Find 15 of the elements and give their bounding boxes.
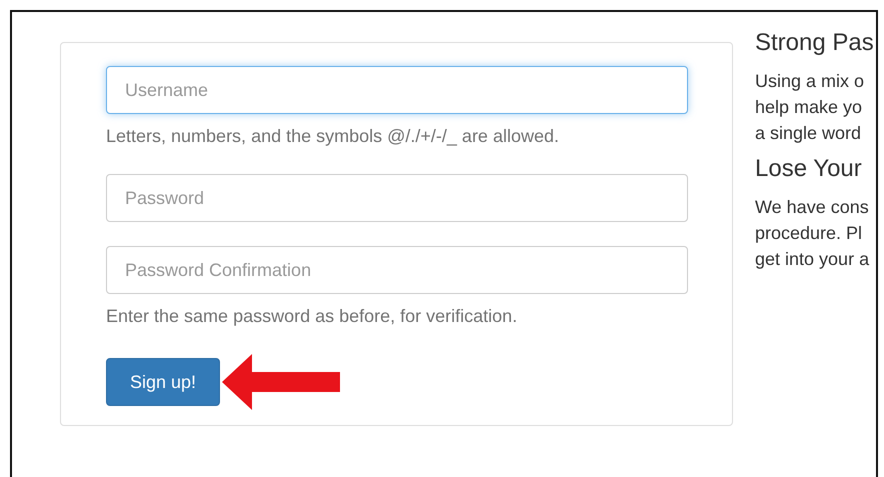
text-field[interactable]: Password Confirmation [106, 246, 688, 294]
paragraph-line: a single word [755, 122, 862, 145]
arrow-icon [222, 352, 342, 412]
sign-up-button[interactable]: Sign up! [106, 358, 220, 406]
help-text: Letters, numbers, and the symbols @/./+/-/_ are allowed. [106, 125, 560, 148]
section-heading: Strong Pas [755, 28, 875, 58]
paragraph-line: get into your a [755, 248, 870, 271]
section-heading: Lose Your [755, 154, 863, 184]
text-field[interactable]: Username [106, 66, 688, 114]
paragraph-line: Using a mix o [755, 70, 866, 93]
help-text: Enter the same password as before, for verification. [106, 305, 518, 328]
paragraph-line: We have cons [755, 196, 870, 219]
text-field[interactable]: Password [106, 174, 688, 222]
paragraph-line: help make yo [755, 96, 864, 119]
paragraph-line: procedure. Pl [755, 222, 864, 245]
